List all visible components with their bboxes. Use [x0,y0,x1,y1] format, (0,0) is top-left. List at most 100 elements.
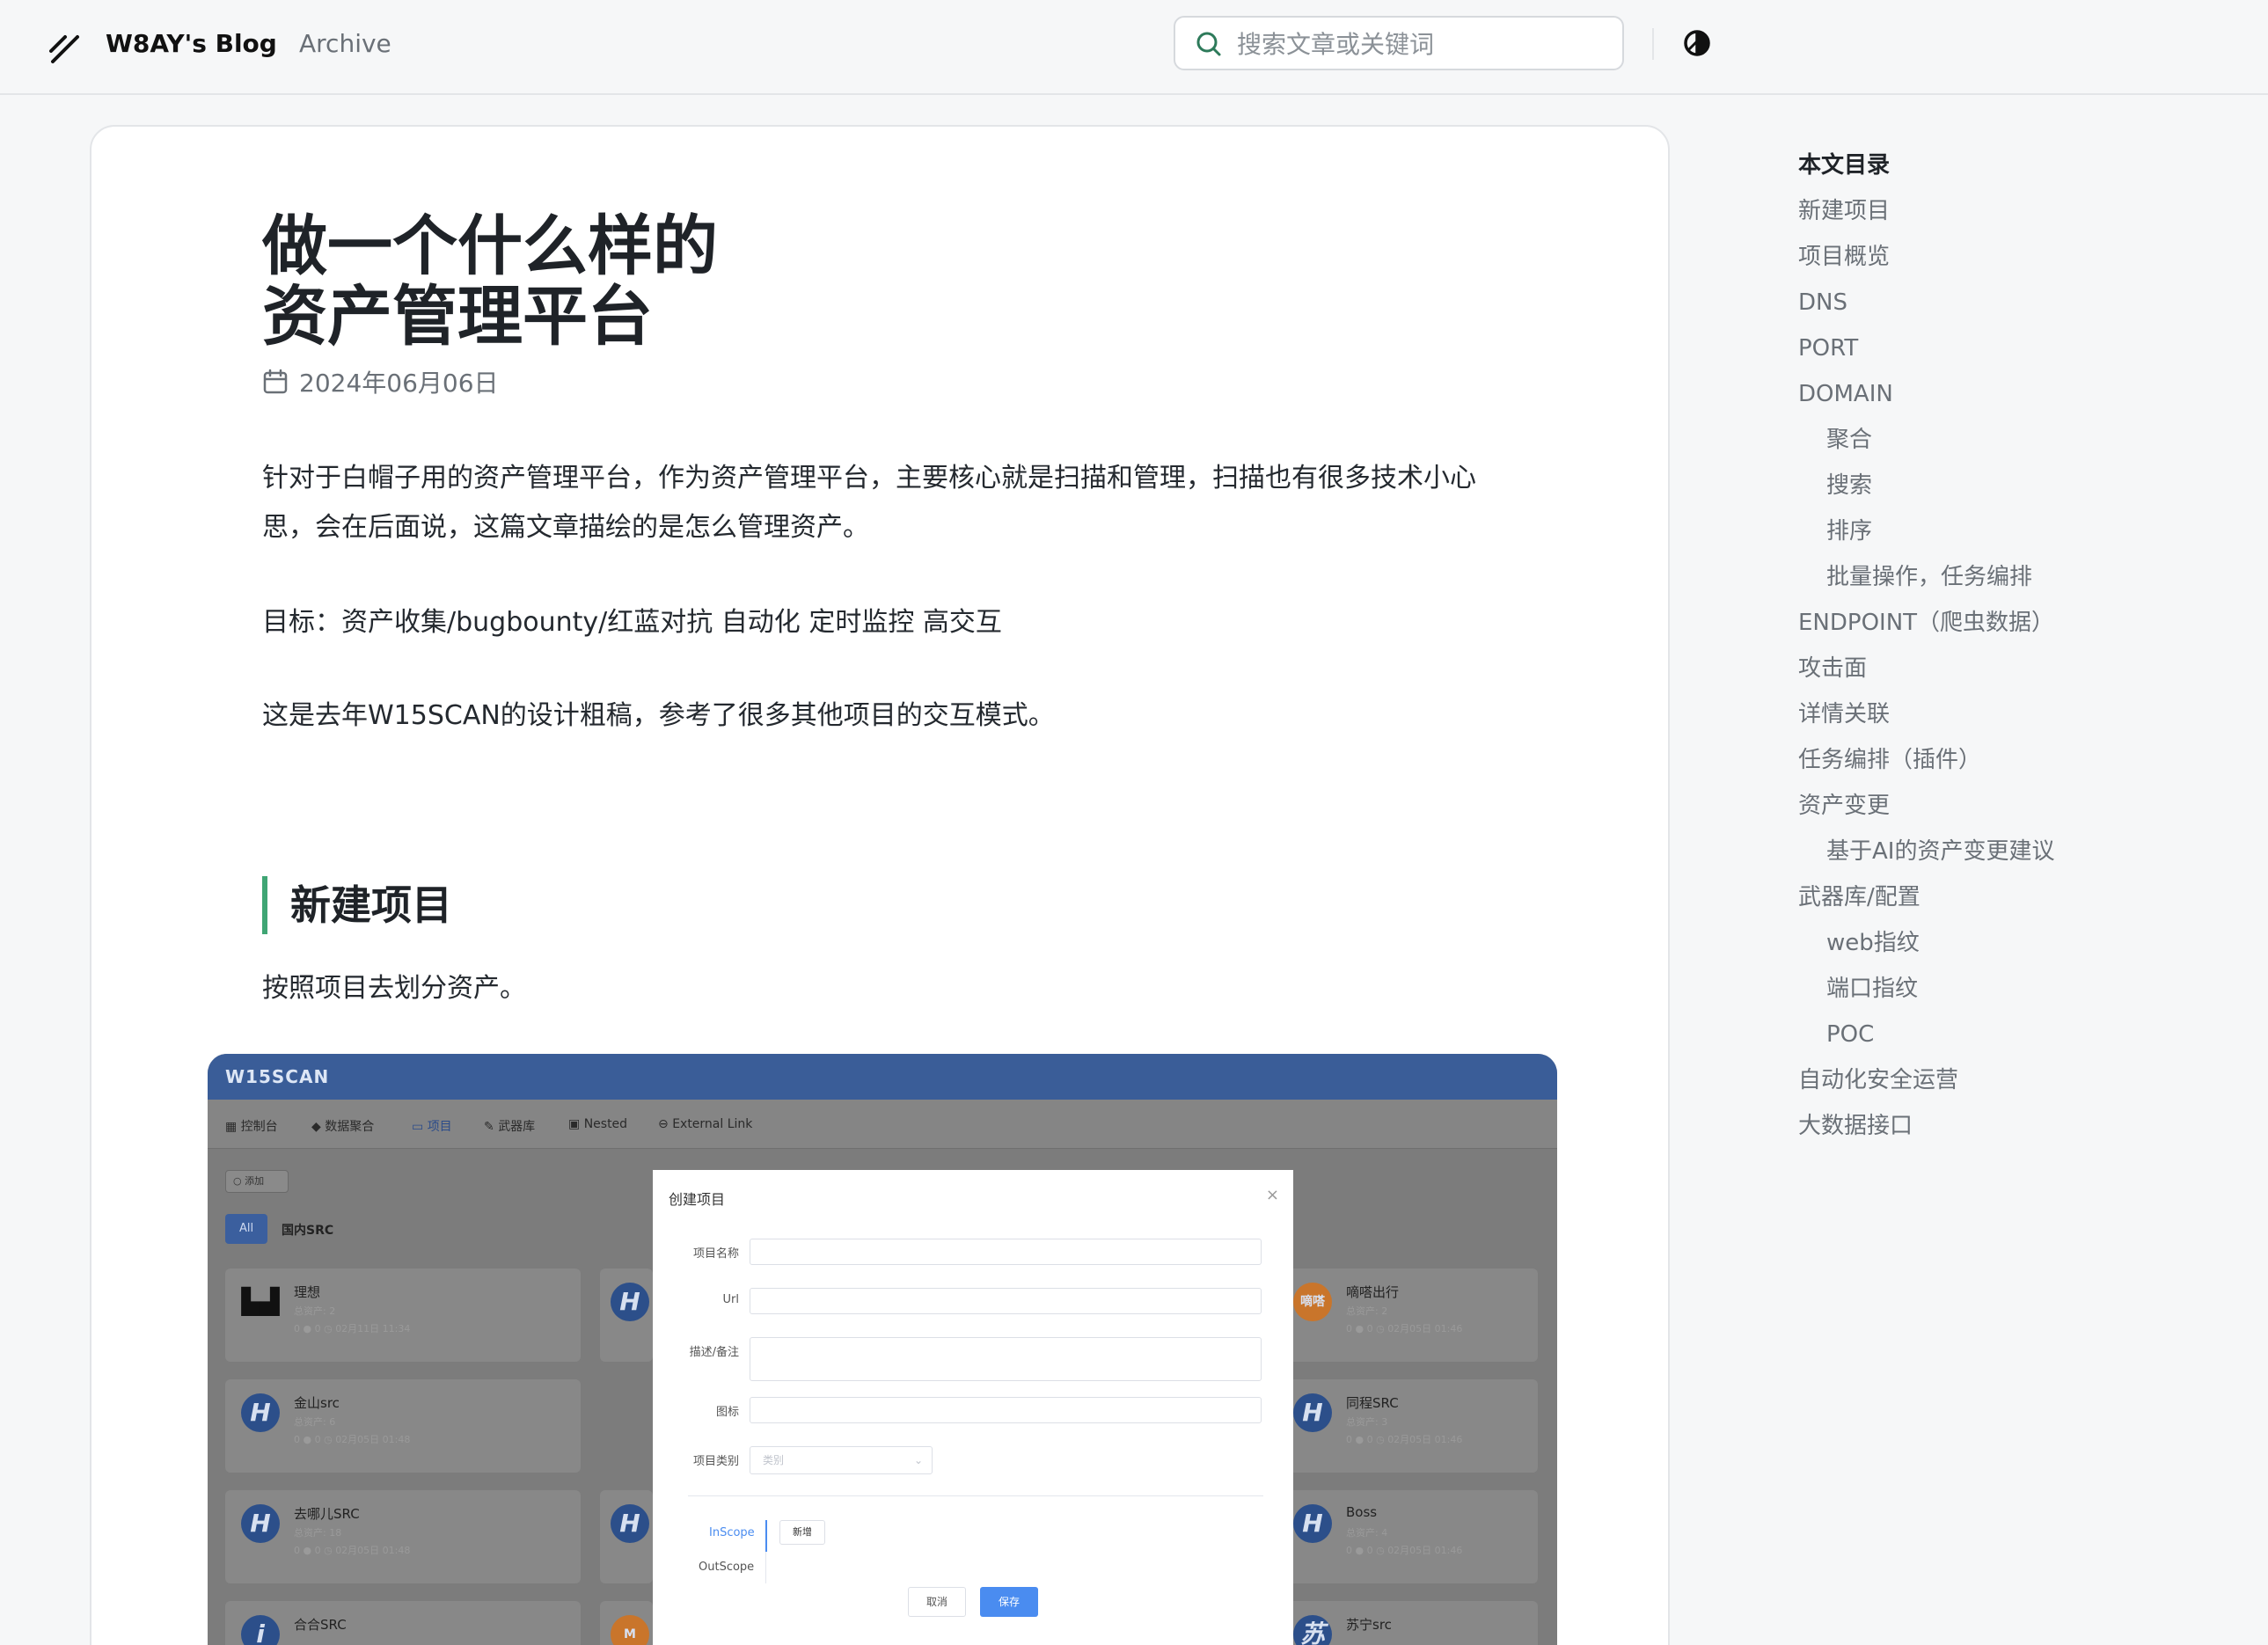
screenshot-card-name: 理想 [294,1284,321,1300]
modal-label-icon: 图标 [715,1406,739,1419]
screenshot-menu-item: ⊖ External Link [658,1117,753,1131]
paragraph-goals: 目标：资产收集/bugbounty/红蓝对抗 自动化 定时监控 高交互 [262,607,1002,638]
theme-toggle-icon[interactable] [1680,26,1714,60]
toc-item[interactable]: 基于AI的资产变更建议 [1798,836,2062,867]
paragraph-intro: 针对于白帽子用的资产管理平台，作为资产管理平台，主要核心就是扫描和管理，扫描也有… [262,463,1476,543]
toc-item[interactable]: PORT [1798,333,2062,364]
screenshot-app-header: W15SCAN [208,1054,1557,1100]
toc-item[interactable]: 端口指纹 [1798,973,2062,1005]
toc-title: 本文目录 [1798,152,1891,179]
toc-item[interactable]: 新建项目 [1798,195,2062,227]
toc-item[interactable]: POC [1798,1019,2062,1050]
toc-item[interactable]: 任务编排（插件） [1798,744,2062,776]
table-of-contents: 本文目录 新建项目项目概览 DNS PORT DOMAIN 聚合搜索排序批量操作，任务编… [1798,150,2062,1156]
toc-item[interactable]: 武器库/配置 [1798,881,2062,913]
nav-archive-link[interactable]: Archive [299,26,391,62]
toc-item[interactable]: 详情关联 [1798,698,2062,730]
screenshot-card-name: 同程SRC [1346,1395,1399,1411]
toc-item[interactable]: 自动化安全运营 [1798,1064,2062,1096]
modal-label-desc: 描述/备注 [689,1346,739,1359]
screenshot-card-name: 金山src [294,1395,340,1411]
toc-item[interactable]: 项目概览 [1798,241,2062,273]
modal-label-name: 项目名称 [692,1247,739,1261]
toc-item[interactable]: web指纹 [1798,927,2062,959]
screenshot-card-logo: M [611,1615,649,1645]
modal-title: 创建项目 [669,1191,726,1208]
screenshot-card-time: 0 ● 0 ◷ 02月05日 01:46 [1346,1323,1463,1334]
screenshot-project-card: H 金山src 总资产: 6 0 ● 0 ◷ 02月05日 01:48 [225,1379,581,1473]
modal-select-category: 类别 ⌄ [750,1446,933,1474]
paragraph-draft-note: 这是去年W15SCAN的设计粗稿，参考了很多其他项目的交互模式。 [262,700,1055,731]
screenshot-card-logo: H [1293,1504,1332,1543]
screenshot-project-card: H [600,1268,653,1362]
article-title-line-2: 资产管理平台 [262,279,653,355]
screenshot-card-name: 嘀嗒出行 [1346,1284,1400,1300]
screenshot-tab-src: 国内SRC [282,1224,334,1238]
screenshot-card-time: 0 ● 0 ◷ 02月05日 01:46 [1346,1545,1463,1556]
screenshot-card-time: 0 ● 0 ◷ 02月05日 01:48 [294,1434,411,1445]
screenshot-project-card: H [600,1490,653,1583]
screenshot-project-card: H 去哪儿SRC 总资产: 18 0 ● 0 ◷ 02月05日 01:48 [225,1490,581,1583]
screenshot-card-time: 0 ● 0 ◷ 02月05日 01:46 [1346,1434,1463,1445]
screenshot-card-logo: H [611,1504,649,1543]
screenshot-project-card: i 合合SRC [225,1601,581,1645]
modal-cancel-button: 取消 [908,1587,966,1617]
modal-tab-inscope: InScope [709,1526,755,1539]
logo-slash-icon[interactable] [48,30,83,65]
toc-item[interactable]: DOMAIN [1798,378,2062,410]
toc-list: 新建项目项目概览 DNS PORT DOMAIN 聚合搜索排序批量操作，任务编排 ENDP… [1798,195,2062,1142]
screenshot-menu-item: ▭ 项目 [412,1120,452,1134]
top-navbar: W8AY's Blog Archive [0,0,2268,95]
screenshot-menu-item: ▣ Nested [568,1117,628,1131]
screenshot-card-sub: 总资产: 2 [294,1305,336,1317]
chevron-down-icon: ⌄ [913,1454,923,1466]
toc-item[interactable]: 搜索 [1798,470,2062,501]
site-brand[interactable]: W8AY's Blog [106,26,277,62]
toc-item[interactable]: DNS [1798,287,2062,318]
screenshot-card-sub: 总资产: 6 [294,1416,336,1428]
header-divider [1652,28,1654,60]
toc-item[interactable]: 批量操作，任务编排 [1798,561,2062,593]
modal-label-url: Url [722,1293,739,1306]
screenshot-card-name: 合合SRC [294,1617,347,1633]
screenshot-card-time: 0 ● 0 ◷ 02月05日 01:48 [294,1545,411,1556]
toc-item[interactable]: 资产变更 [1798,790,2062,822]
close-icon: × [1265,1186,1279,1204]
modal-save-button: 保存 [980,1587,1038,1617]
modal-scope-indicator [765,1520,767,1552]
search-input[interactable] [1237,26,1606,62]
screenshot-create-project-modal: 创建项目 × 项目名称 Url 描述/备注 图标 项目类别 类别 ⌄ InSco… [653,1170,1293,1645]
screenshot-menu-item: ◆ 数据聚合 [311,1120,375,1134]
modal-field-url [750,1288,1262,1314]
modal-field-icon [750,1397,1262,1423]
modal-divider [688,1495,1263,1496]
screenshot-menu-bar: ▦ 控制台 ◆ 数据聚合 ▭ 项目 ✎ 武器库 ▣ Nested ⊖ Exter… [208,1100,1557,1149]
article-card: 做一个什么样的 资产管理平台 2024年06月06日 针对于白帽子用的资产管理平… [90,125,1670,1645]
embedded-screenshot-image[interactable]: W15SCAN ▦ 控制台 ◆ 数据聚合 ▭ 项目 ✎ 武器库 ▣ Nested… [208,1054,1557,1645]
screenshot-project-card: ▙▟ 理想 总资产: 2 0 ● 0 ◷ 02月11日 11:34 [225,1268,581,1362]
search-icon [1196,32,1221,56]
date-text: 2024年06月06日 [299,369,499,398]
modal-label-category: 项目类别 [692,1455,739,1468]
screenshot-card-logo: H [241,1393,280,1432]
toc-item[interactable]: 攻击面 [1798,653,2062,684]
toc-item[interactable]: 排序 [1798,515,2062,547]
screenshot-menu-item: ▦ 控制台 [225,1120,278,1134]
modal-field-desc [750,1337,1262,1381]
screenshot-card-name: 苏宁src [1346,1617,1392,1633]
article-title-line-1: 做一个什么样的 [262,208,718,284]
section-heading-accent [262,876,267,934]
screenshot-menu-item: ✎ 武器库 [484,1120,536,1134]
screenshot-tab-all: All [225,1214,267,1244]
screenshot-card-logo: H [611,1283,649,1321]
screenshot-card-logo: 嘀嗒 [1293,1283,1332,1321]
screenshot-card-sub: 总资产: 3 [1346,1416,1388,1428]
screenshot-add-button: ○ 添加 [225,1170,289,1193]
search-box[interactable] [1174,16,1624,70]
modal-new-button: 新增 [779,1520,825,1545]
article-title: 做一个什么样的 资产管理平台 [262,211,896,352]
toc-item[interactable]: 大数据接口 [1798,1110,2062,1142]
toc-item[interactable]: 聚合 [1798,424,2062,456]
screenshot-card-logo: i [241,1615,280,1645]
toc-item[interactable]: ENDPOINT（爬虫数据） [1798,607,2062,639]
